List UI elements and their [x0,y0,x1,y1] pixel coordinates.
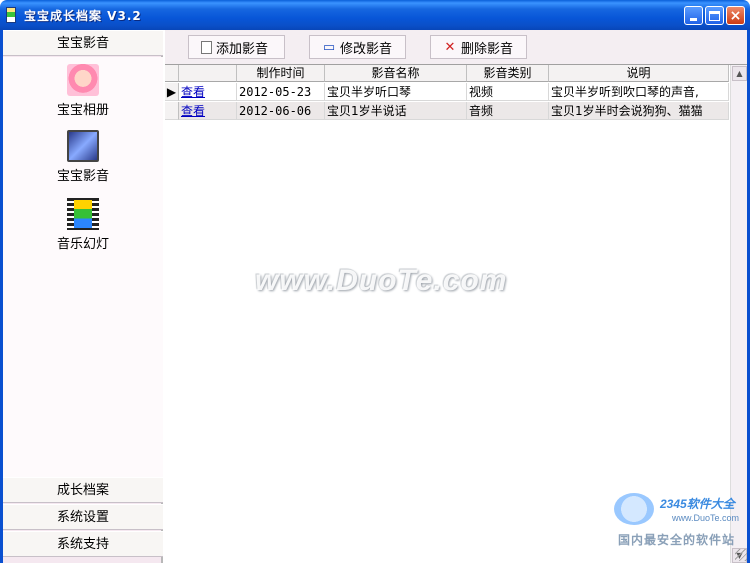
column-header-type[interactable]: 影音类别 [467,65,549,82]
row-indicator[interactable]: ▶ [165,83,179,101]
table-cell-description[interactable]: 宝贝半岁听到吹口琴的声音, [549,83,729,101]
watermark-text: www.DuoTe.com [255,264,508,297]
mascot-icon [614,493,654,525]
maximize-button[interactable] [705,6,724,25]
sidebar-item-label: 音乐幻灯 [56,237,109,252]
sidebar-group-settings[interactable]: 系统设置 [3,504,163,530]
logo-slogan: 国内最安全的软件站 [618,533,736,547]
table-cell-name[interactable]: 宝贝半岁听口琴 [325,83,467,101]
close-button[interactable]: × [726,6,745,25]
window-title: 宝宝成长档案 V3.2 [24,9,142,23]
minimize-button[interactable] [684,6,703,25]
column-header-time[interactable]: 制作时间 [237,65,325,82]
add-media-label: 添加影音 [216,41,269,57]
sidebar-item-label: 宝宝相册 [56,103,109,118]
sidebar-item-label: 宝宝影音 [56,169,109,184]
delete-icon: ✕ [444,39,456,55]
media-player-icon [67,130,99,162]
table-cell-description[interactable]: 宝贝1岁半时会说狗狗、猫猫 [549,102,729,120]
table-cell-type[interactable]: 音频 [467,102,549,120]
edit-icon: ▭ [322,39,336,55]
sidebar-group-media[interactable]: 宝宝影音 [3,30,163,56]
column-header-indicator [165,65,179,82]
maximize-icon [709,10,720,21]
view-link[interactable]: 查看 [181,85,205,99]
table-cell-time[interactable]: 2012-06-06 [237,102,325,120]
table-row-view-link[interactable]: 查看 [179,83,237,101]
film-strip-icon [67,198,99,230]
table-cell-name[interactable]: 宝贝1岁半说话 [325,102,467,120]
sidebar-group-support[interactable]: 系统支持 [3,531,163,557]
view-link[interactable]: 查看 [181,104,205,118]
table-row-view-link[interactable]: 查看 [179,102,237,120]
sidebar-item-media[interactable]: 宝宝影音 [3,130,163,184]
scroll-up-arrow-icon[interactable]: ▲ [732,66,747,81]
resize-grip[interactable] [735,549,747,561]
row-indicator[interactable] [165,102,179,120]
edit-media-label: 修改影音 [340,41,393,57]
sidebar-item-album[interactable]: 宝宝相册 [3,64,163,118]
sidebar-item-slideshow[interactable]: 音乐幻灯 [3,198,163,252]
sidebar-panel [3,57,163,477]
logo-url: www.DuoTe.com [672,513,740,523]
close-icon: × [729,7,742,24]
logo-brand: 2345软件大全 [660,497,735,511]
toolbar: 添加影音 ▭ 修改影音 ✕ 删除影音 [165,30,747,64]
watermark-logo: 2345软件大全 www.DuoTe.com 国内最安全的软件站 [610,487,750,563]
delete-media-button[interactable]: ✕ 删除影音 [430,35,527,59]
delete-media-label: 删除影音 [461,41,514,57]
title-bar[interactable]: 宝宝成长档案 V3.2 × [0,0,750,30]
column-header-description[interactable]: 说明 [549,65,729,82]
minimize-icon [690,18,697,21]
app-icon [6,7,16,23]
column-header-view [179,65,237,82]
new-page-icon [201,40,212,54]
photo-album-icon [67,64,99,96]
edit-media-button[interactable]: ▭ 修改影音 [309,35,406,59]
table-cell-type[interactable]: 视频 [467,83,549,101]
sidebar-group-growth[interactable]: 成长档案 [3,477,163,503]
table-cell-time[interactable]: 2012-05-23 [237,83,325,101]
add-media-button[interactable]: 添加影音 [188,35,285,59]
column-header-name[interactable]: 影音名称 [325,65,467,82]
sidebar: 宝宝影音 宝宝相册 宝宝影音 音乐幻灯 成长档案 系统设置 系统支持 [3,30,163,563]
